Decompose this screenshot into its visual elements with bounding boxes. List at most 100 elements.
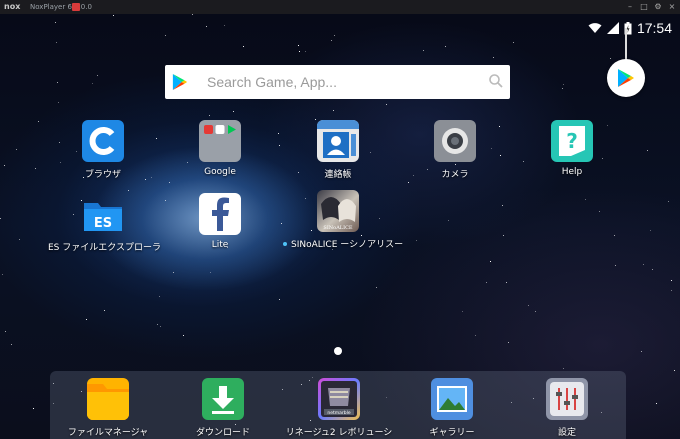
star (4, 165, 5, 166)
dock-app-settings[interactable]: 設定 (507, 378, 627, 438)
app-help[interactable]: ? Help (517, 120, 627, 177)
app-facebook-lite[interactable]: Lite (165, 193, 275, 250)
status-bar: 17:54 (588, 18, 672, 38)
svg-text:ES: ES (94, 216, 112, 231)
app-label: ダウンロード (195, 428, 250, 438)
star (243, 46, 244, 47)
dock-app-lineage2[interactable]: netmarble リネージュ2 レボリューシ (279, 378, 399, 438)
star (173, 272, 174, 273)
contacts-icon (317, 120, 359, 162)
star (33, 408, 34, 409)
help-icon: ? (551, 120, 593, 162)
star (585, 199, 586, 200)
star (506, 282, 507, 283)
star (671, 280, 672, 281)
search-icon[interactable] (489, 74, 503, 88)
app-contacts[interactable]: 連絡帳 (283, 120, 393, 180)
star (610, 58, 611, 59)
search-bar[interactable]: Search Game, App... (165, 65, 510, 99)
app-label: SINoALICE ーシノアリスー (283, 237, 403, 250)
star (502, 205, 503, 206)
star (652, 269, 653, 270)
new-install-dot (283, 242, 287, 246)
star (281, 223, 282, 224)
clock: 17:54 (636, 20, 672, 36)
app-label: リネージュ2 レボリューシ (285, 428, 393, 438)
star (376, 287, 377, 288)
app-label: 設定 (557, 428, 576, 438)
download-icon (202, 378, 244, 420)
minimize-button[interactable]: – (626, 0, 634, 14)
dock-app-file-manager[interactable]: ファイルマネージャ (48, 378, 168, 438)
record-icon[interactable] (72, 3, 80, 11)
star (38, 121, 39, 122)
fab-stem (625, 28, 627, 60)
star (128, 190, 129, 191)
star (448, 220, 449, 221)
nox-logo: nox (4, 2, 21, 11)
star (11, 344, 12, 345)
app-label: 連絡帳 (324, 170, 352, 180)
star (299, 51, 300, 52)
star (416, 240, 417, 241)
star (614, 235, 615, 236)
signal-icon (606, 22, 619, 34)
star (113, 15, 114, 16)
star (503, 235, 504, 236)
star (157, 324, 158, 325)
star (513, 42, 514, 43)
star (278, 133, 279, 134)
star (209, 115, 210, 116)
star (159, 296, 160, 297)
star (486, 282, 487, 283)
window-title: NoxPlayer 6.0.0.0 (30, 3, 92, 11)
app-google-folder[interactable]: Google (165, 120, 275, 177)
app-label: ES ファイルエクスプローラ (48, 243, 161, 253)
star (160, 326, 161, 327)
star (528, 305, 529, 306)
star (615, 265, 616, 266)
maximize-button[interactable]: □ (640, 0, 648, 14)
search-placeholder: Search Game, App... (207, 74, 337, 90)
star (0, 218, 1, 219)
star (5, 331, 6, 332)
star (386, 104, 387, 105)
star (165, 35, 166, 36)
es-file-explorer-icon: ES (82, 193, 124, 235)
app-browser[interactable]: ブラウザ (48, 120, 158, 180)
star (650, 230, 651, 231)
star (493, 57, 494, 58)
page-indicator (334, 347, 342, 355)
star (55, 22, 56, 23)
star (668, 201, 669, 202)
star (674, 370, 675, 371)
camera-icon (434, 120, 476, 162)
play-store-icon (618, 69, 634, 87)
close-button[interactable]: × (668, 0, 676, 14)
app-es-file-explorer[interactable]: ES ES ファイルエクスプローラ (48, 193, 161, 253)
play-store-button[interactable] (607, 59, 645, 97)
settings-gear-icon[interactable]: ⚙ (654, 0, 662, 14)
gallery-icon (431, 378, 473, 420)
settings-icon (546, 378, 588, 420)
star (535, 311, 536, 312)
svg-text:?: ? (566, 129, 578, 153)
star (563, 368, 564, 369)
app-sinoalice[interactable]: SINoALICE SINoALICE ーシノアリスー (283, 190, 403, 250)
star (599, 211, 600, 212)
app-camera[interactable]: カメラ (400, 120, 510, 180)
dock-app-gallery[interactable]: ギャラリー (392, 378, 512, 438)
star (508, 342, 509, 343)
lineage2-icon: netmarble (318, 378, 360, 420)
star (233, 111, 234, 112)
browser-icon (82, 120, 124, 162)
star (19, 239, 20, 240)
star (35, 168, 36, 169)
svg-text:SINoALICE: SINoALICE (323, 225, 353, 231)
star (333, 110, 334, 111)
dock-app-download[interactable]: ダウンロード (163, 378, 283, 438)
star (206, 26, 207, 27)
star (279, 299, 280, 300)
star (2, 274, 3, 275)
star (97, 75, 98, 76)
